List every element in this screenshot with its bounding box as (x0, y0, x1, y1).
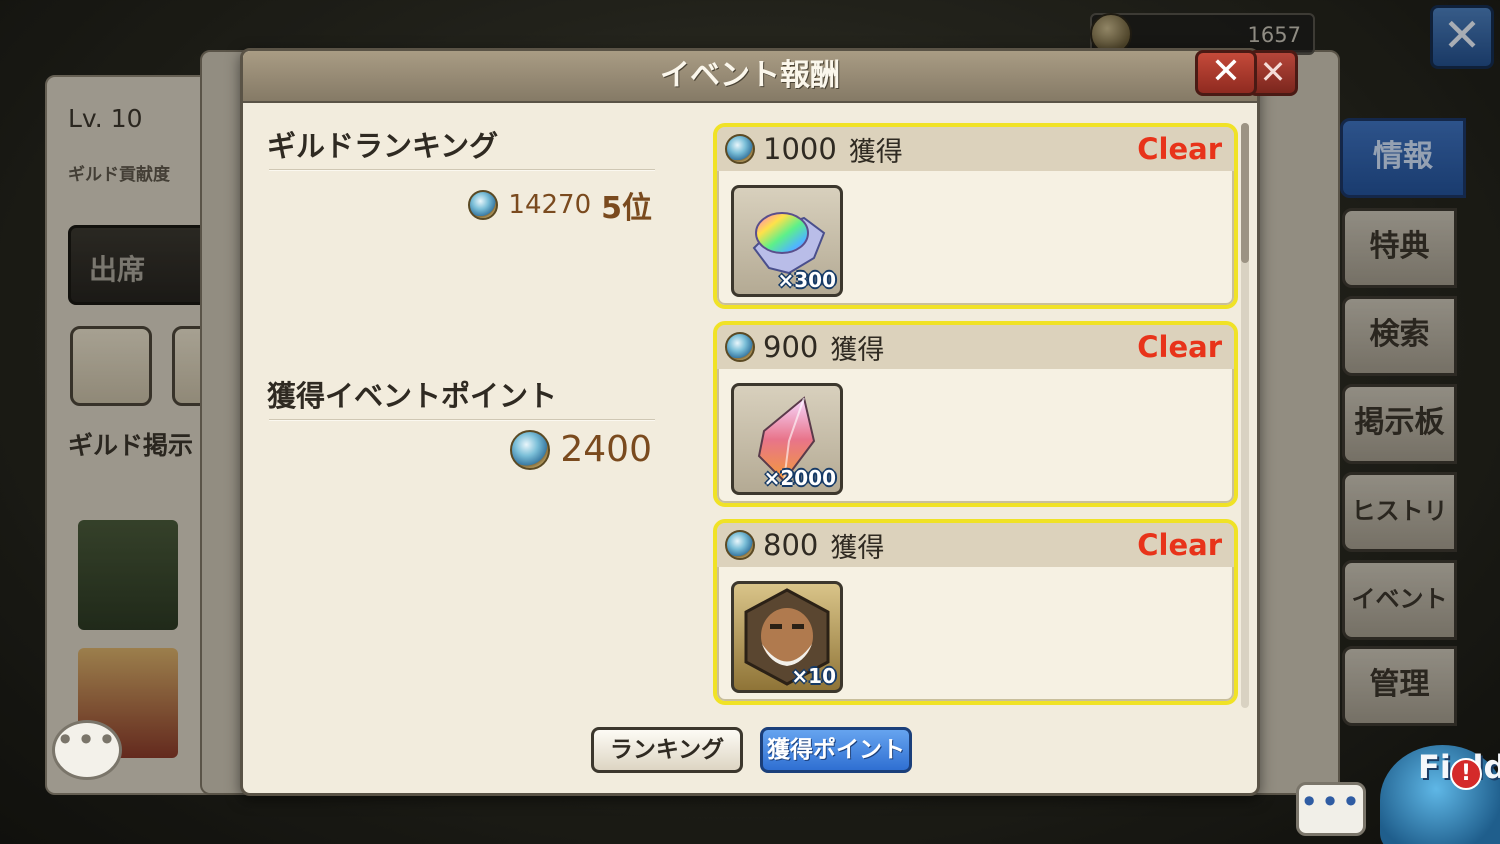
chat-bubble-icon[interactable]: ••• (52, 720, 122, 780)
guild-ranking-row: 14270 5位 (468, 183, 652, 227)
reward-list-scrollbar[interactable] (1241, 123, 1249, 708)
event-medal-icon (725, 134, 755, 164)
reward-threshold: 1000 (763, 132, 837, 166)
reward-status: Clear (1137, 132, 1222, 166)
divider (269, 419, 655, 421)
reward-card: 800 獲得 Clear ×10 (713, 519, 1238, 705)
guild-ranking-title: ギルドランキング (267, 129, 499, 163)
event-medal-icon (468, 190, 499, 220)
reward-header: 1000 獲得 Clear (717, 127, 1234, 171)
ranking-button[interactable]: ランキング (591, 727, 743, 773)
reward-header: 800 獲得 Clear (717, 523, 1234, 567)
reward-status: Clear (1137, 528, 1222, 562)
event-points-value: 2400 (560, 429, 652, 470)
character-portrait-icon[interactable]: ×10 (731, 581, 843, 693)
rainbow-crystal-icon[interactable]: ×300 (731, 185, 843, 297)
reward-card: 1000 獲得 Clear ×300 (713, 123, 1238, 309)
dialog-title: イベント報酬 (243, 51, 1257, 103)
reward-threshold: 900 (763, 330, 819, 364)
guild-ranking-points: 14270 (508, 190, 592, 220)
reward-earn-label: 獲得 (830, 334, 885, 366)
reward-quantity: ×300 (777, 268, 836, 292)
chat-button-icon[interactable]: ••• (1296, 782, 1366, 836)
scrollbar-thumb[interactable] (1241, 123, 1249, 263)
alert-icon: ! (1450, 758, 1482, 790)
reward-threshold: 800 (763, 528, 819, 562)
earned-points-button[interactable]: 獲得ポイント (760, 727, 912, 773)
reward-earn-label: 獲得 (830, 532, 885, 564)
reward-quantity: ×2000 (763, 466, 836, 490)
event-reward-dialog: イベント報酬 ギルドランキング 14270 5位 獲得イベントポイント 2400… (240, 48, 1260, 796)
power-crystal-icon[interactable]: ×2000 (731, 383, 843, 495)
reward-card: 900 獲得 Clear ×2000 (713, 321, 1238, 507)
divider (269, 169, 655, 171)
reward-header: 900 獲得 Clear (717, 325, 1234, 369)
event-medal-icon (725, 332, 755, 362)
reward-earn-label: 獲得 (848, 136, 903, 168)
event-points-row: 2400 (510, 429, 652, 470)
event-medal-icon (725, 530, 755, 560)
dialog-close-button[interactable]: ✕ (1195, 50, 1257, 96)
event-points-title: 獲得イベントポイント (267, 379, 558, 413)
guild-ranking-position: 5位 (601, 191, 652, 226)
reward-list[interactable]: 1000 獲得 Clear ×300 900 獲得 Clear ×2000 80… (713, 123, 1238, 708)
event-medal-icon (510, 429, 551, 470)
reward-quantity: ×10 (791, 664, 836, 688)
reward-status: Clear (1137, 330, 1222, 364)
